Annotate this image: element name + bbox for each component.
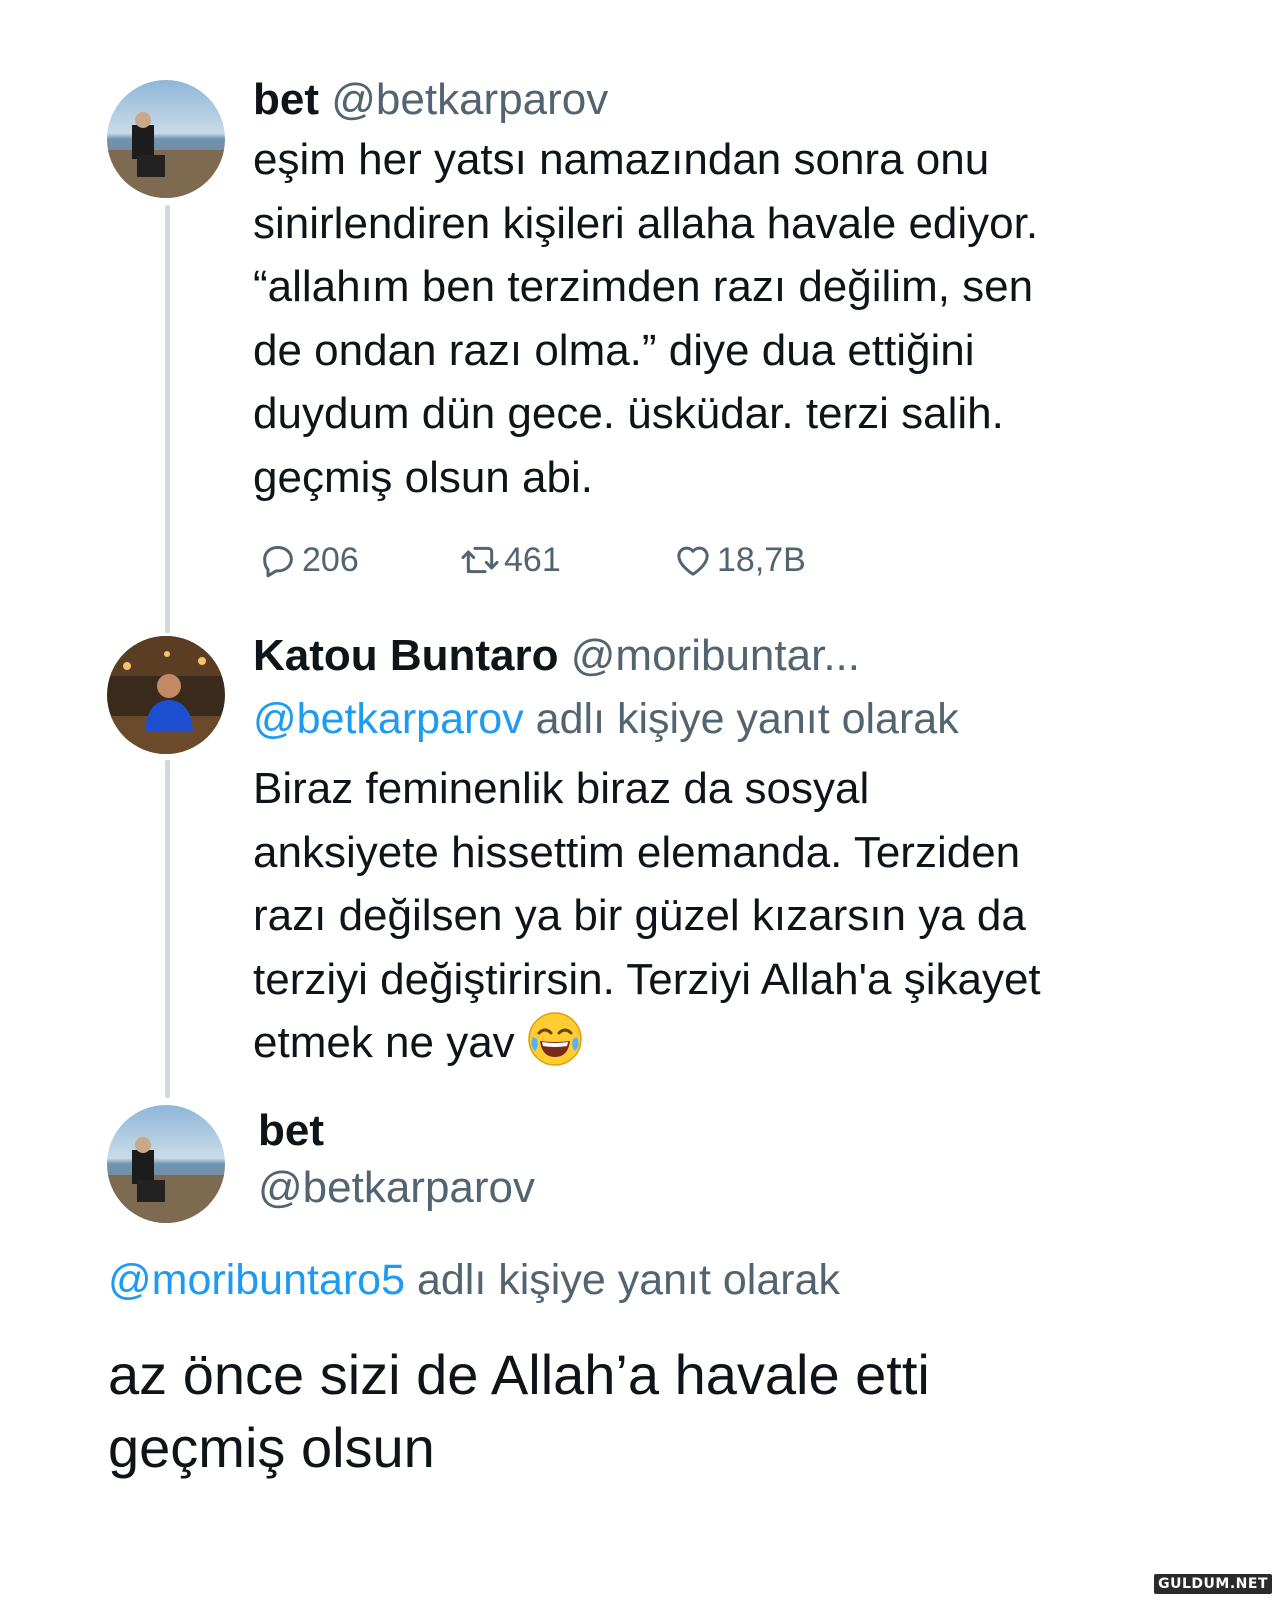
retweet-icon — [461, 546, 499, 574]
tweet1-line: “allahım ben terzimden razı değilim, sen — [253, 262, 1034, 311]
tweet2-reply-suffix: adlı kişiye yanıt olarak — [523, 695, 959, 743]
tweet3-reply-mention[interactable]: @moribuntaro5 — [108, 1256, 405, 1304]
avatar-bet-2[interactable] — [107, 1105, 225, 1223]
tweet3-text: az önce sizi de Allah’a havale etti geçm… — [108, 1338, 930, 1484]
tweet1-line: sinirlendiren kişileri allaha havale edi… — [253, 198, 1039, 248]
tweet2-line: Biraz feminenlik biraz da sosyal — [253, 764, 870, 813]
reply-icon — [263, 546, 293, 578]
tweet2-line: razı değilsen ya bir güzel kızarsın ya d… — [253, 891, 1026, 940]
retweet-count: 461 — [504, 540, 561, 579]
tweet1-header: bet @betkarparov — [253, 74, 608, 126]
like-icon — [677, 546, 709, 576]
tweet3-reply-suffix: adlı kişiye yanıt olarak — [405, 1256, 840, 1304]
tweet2-line: etmek ne yav — [253, 1018, 515, 1067]
tweet3-line: geçmiş olsun — [108, 1416, 435, 1479]
tweet2-reply-context: @betkarparov adlı kişiye yanıt olarak — [253, 693, 959, 745]
avatar-katou-buntaro[interactable] — [107, 636, 225, 754]
tweet2-line: terziyi değiştirirsin. Terziyi Allah'a ş… — [253, 954, 1041, 1004]
tweet3-author-name-line: bet — [258, 1105, 324, 1157]
tweet2-line-last: etmek ne yav — [253, 1011, 1041, 1075]
tweet2-reply-mention[interactable]: @betkarparov — [253, 695, 524, 743]
like-count: 18,7B — [717, 540, 806, 579]
tweet1-line: de ondan razı olma.” diye dua ettiğini — [253, 325, 975, 375]
tweet2-text: Biraz feminenlik biraz da sosyal anksiye… — [253, 757, 1041, 1075]
retweet-button[interactable]: 461 — [460, 540, 561, 580]
tweet3-line: az önce sizi de Allah’a havale etti — [108, 1343, 930, 1406]
reply-button[interactable]: 206 — [258, 540, 359, 580]
tweet3-author-handle[interactable]: @betkarparov — [258, 1163, 535, 1212]
tweet3-reply-context: @moribuntaro5 adlı kişiye yanıt olarak — [108, 1254, 840, 1306]
thread-line-2 — [165, 760, 170, 1098]
watermark-logo: GULDUM.NET — [1154, 1574, 1272, 1594]
reply-count: 206 — [302, 540, 359, 579]
tweet1-line: duydum dün gece. üsküdar. terzi salih. — [253, 389, 1004, 438]
avatar-bet-1[interactable] — [107, 80, 225, 198]
face-with-tears-of-joy-emoji — [528, 1012, 582, 1066]
like-button[interactable]: 18,7B — [673, 540, 806, 580]
tweet2-header: Katou Buntaro @moribuntar... — [253, 630, 860, 682]
tweet1-text: eşim her yatsı namazından sonra onu sini… — [253, 128, 1038, 509]
tweet2-author-handle[interactable]: @moribuntar... — [571, 631, 860, 680]
tweet1-author-name[interactable]: bet — [253, 75, 319, 124]
tweet3-author-name[interactable]: bet — [258, 1106, 324, 1155]
tweet2-line: anksiyete hissettim elemanda. Terziden — [253, 827, 1021, 877]
tweet3-author-handle-line: @betkarparov — [258, 1162, 535, 1214]
tweet1-line: geçmiş olsun abi. — [253, 452, 593, 502]
tweet1-line: eşim her yatsı namazından sonra onu — [253, 135, 990, 184]
thread-line-1 — [165, 205, 170, 633]
tweet1-author-handle[interactable]: @betkarparov — [331, 75, 608, 124]
tweet2-author-name[interactable]: Katou Buntaro — [253, 631, 559, 680]
